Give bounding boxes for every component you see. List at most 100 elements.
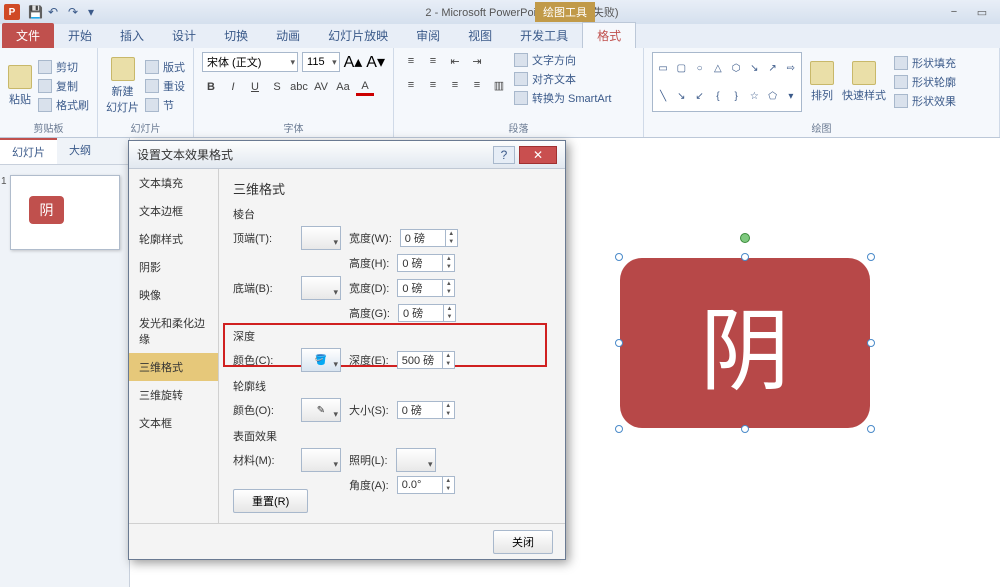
align-text-button[interactable]: 对齐文本 <box>514 71 611 87</box>
nav-3d-rotation[interactable]: 三维旋转 <box>129 381 218 409</box>
new-slide-button[interactable]: 新建 幻灯片 <box>106 57 139 115</box>
handle-mr[interactable] <box>867 339 875 347</box>
handle-br[interactable] <box>867 425 875 433</box>
tab-review[interactable]: 审阅 <box>402 23 454 48</box>
contour-color-dropdown[interactable]: ✎ <box>301 398 341 422</box>
nav-3d-format[interactable]: 三维格式 <box>129 353 218 381</box>
bevel-bottom-dropdown[interactable] <box>301 276 341 300</box>
tab-home[interactable]: 开始 <box>54 23 106 48</box>
close-dialog-button[interactable]: 关闭 <box>493 530 553 554</box>
tab-insert[interactable]: 插入 <box>106 23 158 48</box>
smartart-icon <box>514 91 528 105</box>
width-w-spinner[interactable]: 0 磅▲▼ <box>400 229 458 247</box>
strikethrough-button[interactable]: S <box>268 78 286 96</box>
section-button[interactable]: 节 <box>145 97 185 113</box>
angle-label: 角度(A): <box>349 477 389 493</box>
handle-bl[interactable] <box>615 425 623 433</box>
nav-outline-style[interactable]: 轮廓样式 <box>129 225 218 253</box>
tab-transitions[interactable]: 切换 <box>210 23 262 48</box>
justify-button[interactable]: ≡ <box>468 76 486 94</box>
undo-icon[interactable]: ↶ <box>48 5 62 19</box>
qat-dropdown-icon[interactable]: ▾ <box>88 5 102 19</box>
tab-animations[interactable]: 动画 <box>262 23 314 48</box>
width-d-spinner[interactable]: 0 磅▲▼ <box>397 279 455 297</box>
handle-ml[interactable] <box>615 339 623 347</box>
paste-button[interactable]: 粘贴 <box>8 65 32 107</box>
tab-file[interactable]: 文件 <box>2 23 54 48</box>
size-s-label: 大小(S): <box>349 402 389 418</box>
dialog-titlebar[interactable]: 设置文本效果格式 ? ✕ <box>129 141 565 169</box>
tab-developer[interactable]: 开发工具 <box>506 23 582 48</box>
increase-font-icon[interactable]: A▴ <box>344 52 363 72</box>
align-left-button[interactable]: ≡ <box>402 76 420 94</box>
help-button[interactable]: ? <box>493 146 515 164</box>
indent-left-button[interactable]: ⇤ <box>446 52 464 70</box>
layout-button[interactable]: 版式 <box>145 59 185 75</box>
save-icon[interactable]: 💾 <box>28 5 42 19</box>
shadow-button[interactable]: abc <box>290 78 308 96</box>
tab-design[interactable]: 设计 <box>158 23 210 48</box>
restore-icon[interactable]: ▭ <box>970 5 994 19</box>
columns-button[interactable]: ▥ <box>490 76 508 94</box>
shapes-gallery[interactable]: ▭▢○△⬡↘↗⇨ ╲↘↙{}☆⬠▾ <box>652 52 802 112</box>
decrease-font-icon[interactable]: A▾ <box>366 52 385 72</box>
tab-format[interactable]: 格式 <box>582 22 636 48</box>
depth-spinner[interactable]: 500 磅▲▼ <box>397 351 455 369</box>
redo-icon[interactable]: ↷ <box>68 5 82 19</box>
reset-button[interactable]: 重置(R) <box>233 489 308 513</box>
nav-textbox[interactable]: 文本框 <box>129 409 218 437</box>
case-button[interactable]: Aa <box>334 78 352 96</box>
angle-spinner[interactable]: 0.0°▲▼ <box>397 476 455 494</box>
arrange-button[interactable]: 排列 <box>810 61 834 103</box>
nav-shadow[interactable]: 阴影 <box>129 253 218 281</box>
shape-fill-button[interactable]: 形状填充 <box>894 55 956 71</box>
font-size-combo[interactable]: 115 <box>302 52 340 72</box>
close-button[interactable]: ✕ <box>519 146 557 164</box>
selected-shape[interactable]: 阴 <box>620 258 870 428</box>
height-g-spinner[interactable]: 0 磅▲▼ <box>398 304 456 322</box>
panel-tab-outline[interactable]: 大纲 <box>57 138 103 164</box>
nav-text-fill[interactable]: 文本填充 <box>129 169 218 197</box>
indent-right-button[interactable]: ⇥ <box>468 52 486 70</box>
material-dropdown[interactable] <box>301 448 341 472</box>
reset-button[interactable]: 重设 <box>145 78 185 94</box>
height-h-spinner[interactable]: 0 磅▲▼ <box>397 254 455 272</box>
quick-styles-button[interactable]: 快速样式 <box>842 61 886 103</box>
font-color-button[interactable]: A <box>356 78 374 96</box>
align-right-button[interactable]: ≡ <box>446 76 464 94</box>
handle-tl[interactable] <box>615 253 623 261</box>
panel-tab-slides[interactable]: 幻灯片 <box>0 138 57 164</box>
align-center-button[interactable]: ≡ <box>424 76 442 94</box>
bold-button[interactable]: B <box>202 78 220 96</box>
copy-button[interactable]: 复制 <box>38 78 89 94</box>
font-name-combo[interactable]: 宋体 (正文) <box>202 52 298 72</box>
shape-outline-button[interactable]: 形状轮廓 <box>894 74 956 90</box>
slide-thumbnail-1[interactable]: 1 阴 <box>10 175 120 250</box>
italic-button[interactable]: I <box>224 78 242 96</box>
tab-slideshow[interactable]: 幻灯片放映 <box>314 23 402 48</box>
spacing-button[interactable]: AV <box>312 78 330 96</box>
handle-tr[interactable] <box>867 253 875 261</box>
dialog-footer: 关闭 <box>129 523 565 559</box>
nav-text-outline[interactable]: 文本边框 <box>129 197 218 225</box>
format-painter-button[interactable]: 格式刷 <box>38 97 89 113</box>
underline-button[interactable]: U <box>246 78 264 96</box>
size-spinner[interactable]: 0 磅▲▼ <box>397 401 455 419</box>
handle-tm[interactable] <box>741 253 749 261</box>
shape-effects-button[interactable]: 形状效果 <box>894 93 956 109</box>
bevel-top-dropdown[interactable] <box>301 226 341 250</box>
smartart-button[interactable]: 转换为 SmartArt <box>514 90 611 106</box>
lighting-dropdown[interactable] <box>396 448 436 472</box>
nav-glow[interactable]: 发光和柔化边缘 <box>129 309 218 353</box>
depth-color-dropdown[interactable]: 🪣 <box>301 348 341 372</box>
nav-reflection[interactable]: 映像 <box>129 281 218 309</box>
numbering-button[interactable]: ≡ <box>424 52 442 70</box>
tab-view[interactable]: 视图 <box>454 23 506 48</box>
rotation-handle[interactable] <box>740 233 750 243</box>
window-title: 2 - Microsoft PowerPoint(产品激活失败) <box>102 4 942 20</box>
minimize-icon[interactable]: − <box>942 5 966 19</box>
handle-bm[interactable] <box>741 425 749 433</box>
cut-button[interactable]: 剪切 <box>38 59 89 75</box>
text-direction-button[interactable]: 文字方向 <box>514 52 611 68</box>
bullets-button[interactable]: ≡ <box>402 52 420 70</box>
